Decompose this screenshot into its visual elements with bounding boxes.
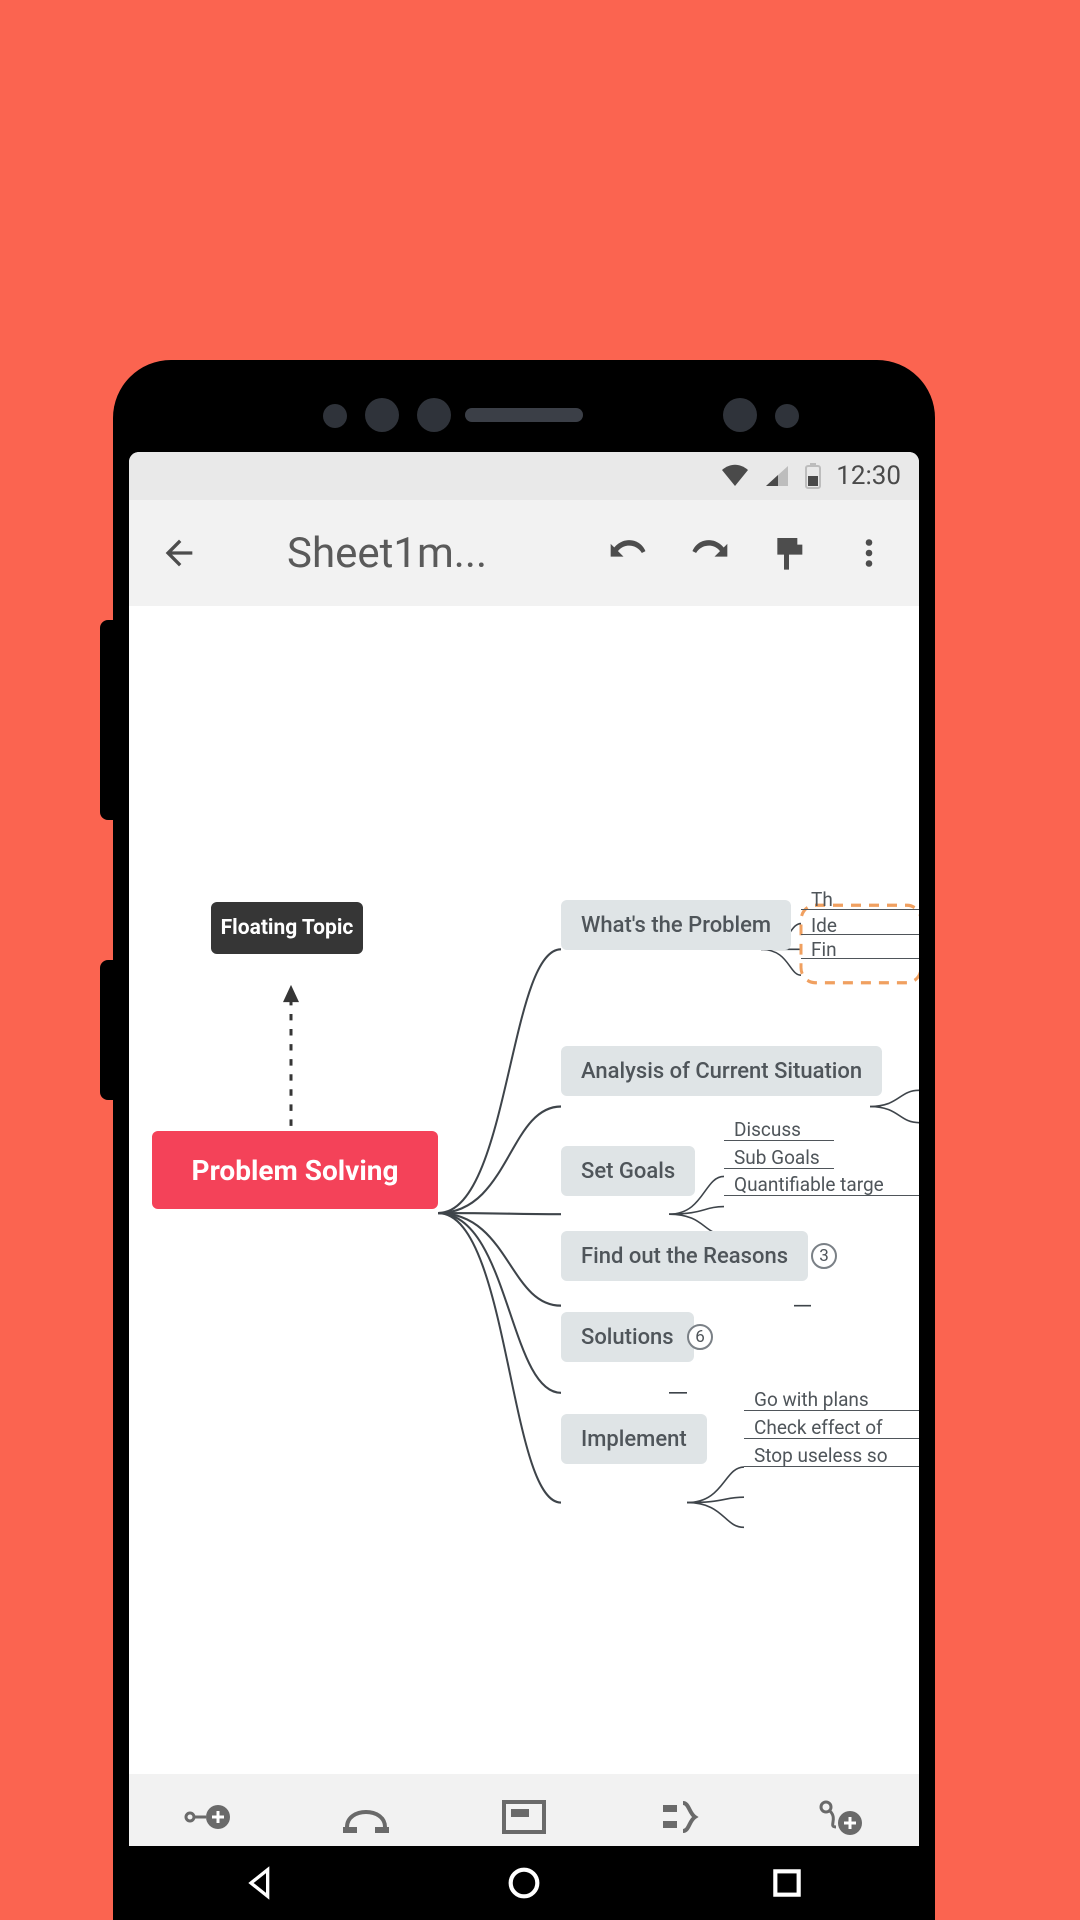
subtopic-b3-3[interactable]: Quantifiable targe	[734, 1173, 884, 1196]
summary-brace-icon	[659, 1799, 705, 1835]
floating-topic-node[interactable]: Floating Topic	[211, 902, 363, 954]
add-floating-topic-button[interactable]	[812, 1789, 868, 1845]
add-boundary-button[interactable]	[496, 1789, 552, 1845]
phone-sensors-left	[323, 394, 451, 432]
arrow-left-icon	[159, 533, 199, 573]
mindmap-canvas[interactable]: Floating Topic Problem Solving What's th…	[129, 606, 919, 1790]
redo-button[interactable]	[681, 525, 737, 581]
subtopic-b3-1[interactable]: Discuss	[734, 1118, 801, 1141]
phone-side-button-upper	[100, 620, 113, 820]
more-button[interactable]	[841, 525, 897, 581]
add-node-right-icon	[184, 1801, 232, 1833]
branch-node-reasons[interactable]: Find out the Reasons	[561, 1231, 808, 1281]
status-bar: 12:30	[129, 452, 919, 500]
boundary-icon	[501, 1799, 547, 1835]
subtopic-b3-2[interactable]: Sub Goals	[734, 1146, 820, 1169]
add-floating-icon	[816, 1797, 864, 1837]
phone-speaker	[465, 408, 583, 422]
android-nav-bar	[129, 1846, 919, 1920]
undo-button[interactable]	[601, 525, 657, 581]
subtopic-b1-1[interactable]: Th	[811, 888, 833, 911]
battery-icon	[804, 462, 822, 490]
format-paint-icon	[769, 533, 809, 573]
add-subtopic-button[interactable]	[180, 1789, 236, 1845]
nav-back-icon	[241, 1863, 281, 1903]
nav-back-button[interactable]	[241, 1863, 281, 1903]
phone-frame: 12:30 Sheet1m...	[113, 360, 935, 1920]
status-time: 12:30	[836, 461, 901, 491]
format-button[interactable]	[761, 525, 817, 581]
nav-recent-button[interactable]	[767, 1863, 807, 1903]
more-vert-icon	[851, 535, 887, 571]
nav-home-button[interactable]	[504, 1863, 544, 1903]
undo-icon	[607, 531, 651, 575]
branch-node-implement[interactable]: Implement	[561, 1414, 707, 1464]
wifi-icon	[720, 464, 750, 488]
back-button[interactable]	[151, 525, 207, 581]
document-title[interactable]: Sheet1m...	[287, 529, 577, 578]
app-bar: Sheet1m...	[129, 500, 919, 606]
subtopic-b6-3[interactable]: Stop useless so	[754, 1444, 888, 1467]
relationship-arc-icon	[341, 1799, 391, 1835]
branch-node-whats-problem[interactable]: What's the Problem	[561, 900, 791, 950]
nav-recent-icon	[767, 1863, 807, 1903]
redo-icon	[687, 531, 731, 575]
subtopic-b6-1[interactable]: Go with plans	[754, 1388, 869, 1411]
add-summary-button[interactable]	[654, 1789, 710, 1845]
screen: 12:30 Sheet1m...	[129, 452, 919, 1920]
phone-sensors-right	[723, 394, 799, 432]
branch-node-analysis[interactable]: Analysis of Current Situation	[561, 1046, 882, 1096]
phone-side-button-lower	[100, 960, 113, 1100]
branch-node-solutions[interactable]: Solutions	[561, 1312, 694, 1362]
collapsed-count-b4[interactable]: 3	[811, 1243, 837, 1269]
collapsed-count-b5[interactable]: 6	[687, 1324, 713, 1350]
root-node[interactable]: Problem Solving	[152, 1131, 438, 1209]
branch-node-set-goals[interactable]: Set Goals	[561, 1146, 695, 1196]
add-relationship-button[interactable]	[338, 1789, 394, 1845]
nav-home-icon	[504, 1863, 544, 1903]
subtopic-b6-2[interactable]: Check effect of	[754, 1416, 883, 1439]
signal-icon	[764, 464, 790, 488]
